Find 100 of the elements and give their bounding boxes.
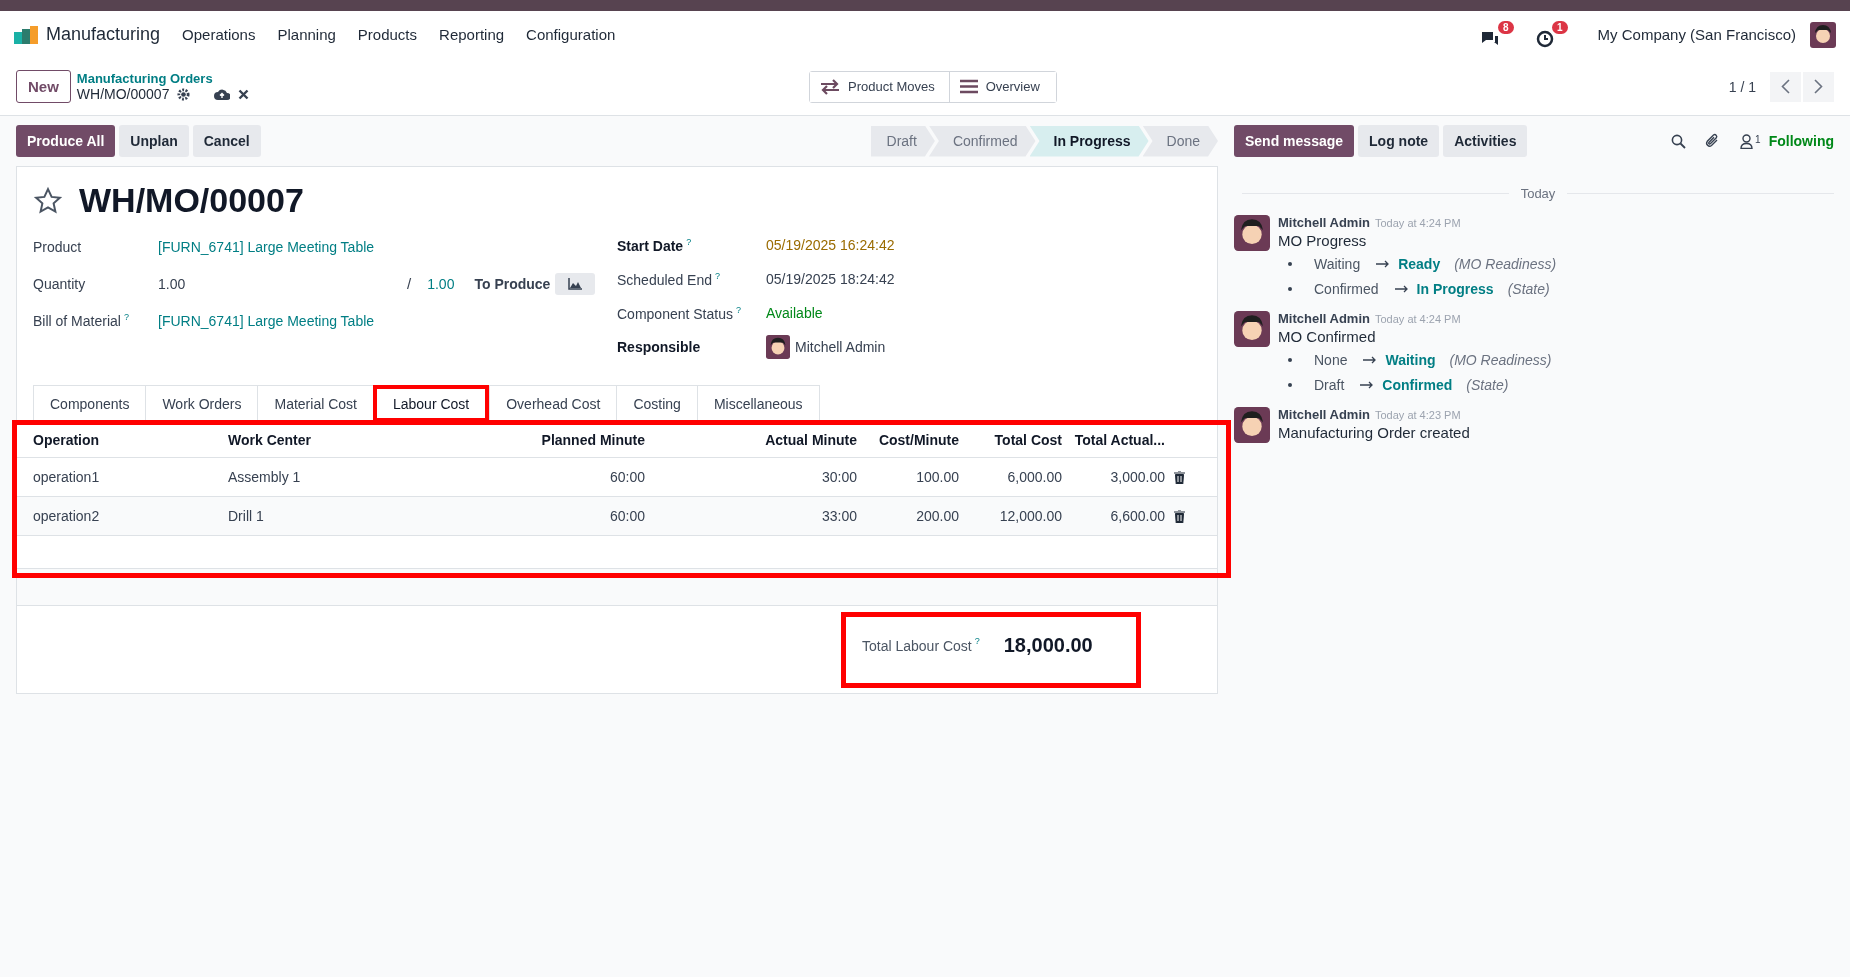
field-link[interactable]: [FURN_6741] Large Meeting Table: [158, 312, 375, 329]
field-name: (MO Readiness): [1454, 255, 1557, 272]
author-name[interactable]: Mitchell Admin: [1278, 407, 1370, 422]
stage-button[interactable]: Draft: [870, 125, 935, 157]
previous-button[interactable]: [1770, 71, 1801, 102]
date-separator: Today: [1520, 186, 1556, 201]
clock-button[interactable]: 1: [1535, 21, 1568, 48]
logo-icon[interactable]: [14, 25, 38, 44]
author-name[interactable]: Mitchell Admin: [1278, 215, 1370, 230]
column-header[interactable]: Planned Minute: [418, 431, 645, 448]
message-time: Today at 4:24 PM: [1374, 217, 1461, 229]
close-icon[interactable]: [238, 88, 250, 100]
new-value: Ready: [1398, 255, 1441, 272]
table-cell-text: 6,600.00: [1109, 508, 1165, 524]
author-avatar-icon[interactable]: [1234, 407, 1270, 443]
menu-item[interactable]: Reporting: [439, 26, 505, 43]
bullet-icon: [1288, 382, 1292, 387]
old-value: Confirmed: [1314, 280, 1379, 297]
tab[interactable]: Overhead Cost: [489, 385, 617, 422]
stage-button[interactable]: In Progress: [1029, 125, 1149, 157]
gear-icon[interactable]: [177, 87, 191, 101]
tab[interactable]: Costing: [616, 385, 697, 422]
messages-button[interactable]: 8: [1479, 21, 1514, 48]
follower-count: 1: [1755, 133, 1761, 145]
following-button[interactable]: Following: [1764, 133, 1834, 149]
followers-button[interactable]: 1: [1726, 133, 1761, 149]
record-title: WH/MO/00007: [79, 181, 304, 220]
search-icon[interactable]: [1671, 133, 1687, 149]
star-icon[interactable]: [33, 185, 63, 216]
old-value: Waiting: [1314, 255, 1361, 272]
stage-button[interactable]: Done: [1142, 125, 1218, 157]
area-chart-icon: [568, 277, 583, 290]
message-text: MO Confirmed: [1278, 328, 1377, 345]
table-cell-text: 100.00: [915, 469, 959, 485]
help-mark[interactable]: ?: [123, 312, 129, 323]
column-header[interactable]: Work Center: [228, 431, 418, 448]
author-name[interactable]: Mitchell Admin: [1278, 311, 1370, 326]
clock-icon: [1535, 30, 1554, 48]
table-cell-text: 6,000.00: [1006, 469, 1062, 485]
tab[interactable]: Work Orders: [145, 385, 258, 422]
column-header[interactable]: Cost/Minute: [857, 431, 959, 448]
table-cell-text: 3,000.00: [1109, 469, 1165, 485]
table-cell-text: 33:00: [820, 508, 857, 524]
help-mark[interactable]: ?: [974, 636, 980, 646]
smart-button[interactable]: Product Moves: [810, 71, 950, 102]
field-name: (State): [1466, 376, 1509, 393]
table-cell-text: 200.00: [915, 508, 959, 524]
menu-item[interactable]: Configuration: [526, 26, 616, 43]
user-avatar-icon[interactable]: [1810, 21, 1836, 48]
field-link[interactable]: [FURN_6741] Large Meeting Table: [158, 238, 375, 255]
author-avatar-icon[interactable]: [1234, 215, 1270, 251]
old-value: None: [1314, 351, 1348, 368]
stage-button[interactable]: Confirmed: [928, 125, 1036, 157]
produced-quantity[interactable]: 1.00: [427, 275, 455, 292]
trash-icon[interactable]: [1174, 509, 1185, 523]
tab[interactable]: Labour Cost: [372, 385, 490, 422]
company-switcher[interactable]: My Company (San Francisco): [1597, 26, 1796, 43]
bullet-icon: [1288, 357, 1292, 362]
tab[interactable]: Components: [33, 385, 146, 422]
tab[interactable]: Miscellaneous: [696, 385, 820, 422]
chatter-button[interactable]: Log note: [1358, 125, 1440, 157]
help-mark[interactable]: ?: [686, 236, 692, 247]
record-name: WH/MO/00007: [76, 86, 170, 102]
field-value[interactable]: 05/19/2025 18:24:42: [766, 271, 895, 287]
menu-item[interactable]: Products: [357, 26, 418, 43]
forecast-button[interactable]: [555, 272, 596, 295]
menu-item[interactable]: Planning: [277, 26, 336, 43]
chatter-button[interactable]: Activities: [1443, 125, 1528, 157]
column-header[interactable]: Total Cost: [959, 431, 1062, 448]
column-header[interactable]: Operation: [33, 431, 228, 448]
action-button[interactable]: Unplan: [119, 125, 189, 157]
table-cell-text: operation1: [33, 469, 101, 485]
menu-item[interactable]: Operations: [182, 26, 256, 43]
new-value: In Progress: [1416, 280, 1494, 297]
user-name[interactable]: Mitchell Admin: [795, 339, 886, 355]
notification-badge: 8: [1498, 21, 1514, 34]
new-button[interactable]: New: [16, 70, 71, 103]
tab[interactable]: Material Cost: [257, 385, 373, 422]
field-value[interactable]: 05/19/2025 16:24:42: [766, 237, 895, 253]
user-icon: [1740, 133, 1754, 149]
help-mark[interactable]: ?: [735, 304, 741, 315]
unit-label: To Produce: [474, 275, 551, 292]
trash-icon[interactable]: [1174, 470, 1185, 484]
chatter-button[interactable]: Send message: [1234, 125, 1355, 157]
author-avatar-icon[interactable]: [1234, 311, 1270, 347]
action-button[interactable]: Cancel: [192, 125, 261, 157]
column-header[interactable]: Actual Minute: [645, 431, 857, 448]
message-text: Manufacturing Order created: [1278, 424, 1470, 441]
cloud-upload-icon[interactable]: [214, 88, 231, 100]
table-cell-text: Assembly 1: [228, 469, 302, 485]
app-name[interactable]: Manufacturing: [46, 24, 161, 45]
help-mark[interactable]: ?: [714, 270, 720, 281]
message-time: Today at 4:24 PM: [1374, 313, 1461, 325]
quantity-value[interactable]: 1.00: [158, 275, 407, 292]
action-button[interactable]: Produce All: [16, 125, 116, 157]
breadcrumb-link[interactable]: Manufacturing Orders: [76, 71, 250, 86]
bullet-icon: [1288, 261, 1292, 266]
menu-icon: [959, 79, 978, 94]
arrow-icon: [1363, 355, 1378, 364]
column-header[interactable]: Total Actual...: [1062, 431, 1165, 448]
